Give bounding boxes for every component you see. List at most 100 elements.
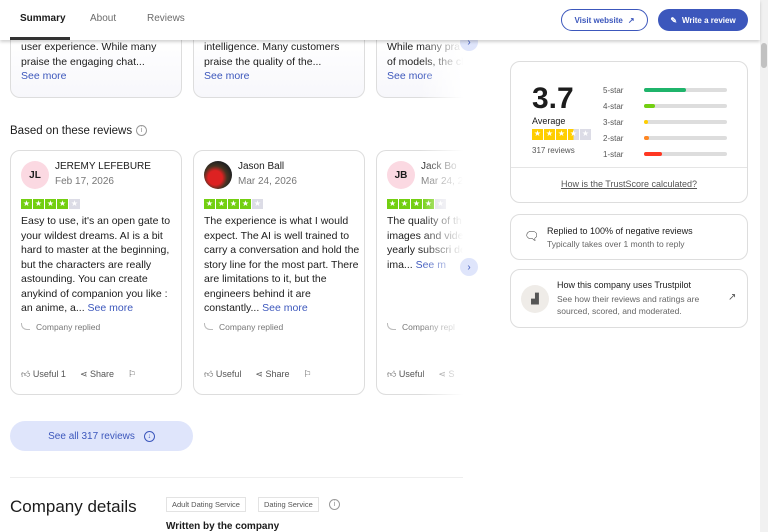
- star-icon: ★: [387, 199, 398, 209]
- reviewer-name[interactable]: Jason Ball: [238, 161, 284, 172]
- see-more-link[interactable]: See more: [21, 69, 171, 84]
- category-chip[interactable]: Adult Dating Service: [166, 497, 246, 512]
- review-count: 317 reviews: [532, 146, 575, 155]
- review-card: Jason Ball Mar 24, 2026 ★ ★ ★ ★ ★ The experi…: [193, 150, 365, 395]
- summary-line: user experience. While many: [21, 41, 157, 53]
- star-icon: ★: [580, 129, 591, 140]
- rating-bar-label: 3-star: [603, 117, 624, 127]
- review-text: Easy to use, it's an open gate to your w…: [21, 214, 181, 316]
- tab-about[interactable]: About: [90, 13, 116, 24]
- rating-bar-track: [644, 88, 727, 92]
- trustpilot-usage-panel[interactable]: ▟ How this company uses Trustpilot See h…: [510, 269, 748, 328]
- rating-bar-row[interactable]: 2-star: [603, 130, 727, 146]
- rating-bar-label: 4-star: [603, 101, 624, 111]
- review-stars: ★★★★★: [21, 199, 80, 209]
- rating-bar-label: 5-star: [603, 85, 624, 95]
- speech-bubble-icon: 🗨: [524, 229, 540, 243]
- rating-bar-fill: [644, 136, 649, 140]
- scrollbar[interactable]: [760, 0, 768, 532]
- share-icon: ⋖: [79, 369, 90, 379]
- summary-line: praise the quality of the...: [204, 55, 322, 68]
- star-icon: ★: [204, 199, 215, 209]
- trustscore-panel: 3.7 Average ★ ★ ★ ★ ★ 317 reviews 5-star 4-st…: [510, 61, 748, 203]
- flag-icon[interactable]: ⚐: [304, 369, 312, 380]
- scrollbar-thumb[interactable]: [761, 43, 767, 68]
- star-icon: ★: [57, 199, 68, 209]
- see-more-link[interactable]: See more: [262, 302, 308, 314]
- reply-subtitle: Typically takes over 1 month to reply: [547, 239, 685, 249]
- carousel-fade: [420, 150, 463, 396]
- share-button[interactable]: ⋖ Share: [80, 369, 114, 380]
- review-date: Feb 17, 2026: [55, 176, 114, 187]
- share-icon: ⋖: [255, 369, 266, 379]
- based-on-reviews-heading: Based on these reviews i: [10, 125, 148, 137]
- star-icon: ★: [568, 129, 579, 140]
- pencil-icon: ✎: [670, 15, 678, 25]
- info-icon[interactable]: i: [329, 499, 340, 510]
- rating-bar-row[interactable]: 1-star: [603, 146, 727, 162]
- divider: [10, 477, 463, 478]
- trustscore-value: 3.7: [532, 82, 574, 115]
- company-replied[interactable]: Company replied: [21, 322, 100, 332]
- review-body: Easy to use, it's an open gate to your w…: [21, 215, 171, 314]
- visit-website-button[interactable]: Visit website ↗: [561, 9, 648, 31]
- rating-bar-row[interactable]: 4-star: [603, 98, 727, 114]
- see-all-label: See all 317 reviews: [48, 430, 135, 442]
- rating-bar-row[interactable]: 3-star: [603, 114, 727, 130]
- tab-summary[interactable]: Summary: [20, 13, 66, 24]
- see-all-reviews-button[interactable]: See all 317 reviews ↓: [10, 421, 193, 451]
- rating-bar-track: [644, 104, 727, 108]
- star-icon: ★: [399, 199, 410, 209]
- review-card: JL JEREMY LEFEBURE Feb 17, 2026 ★ ★ ★ ★ ★ Ea…: [10, 150, 182, 395]
- useful-button[interactable]: 👍︎ Useful: [204, 369, 241, 380]
- thumbs-up-icon: 👍︎: [21, 369, 33, 379]
- rating-bar-track: [644, 136, 727, 140]
- write-review-button[interactable]: ✎ Write a review: [658, 9, 748, 31]
- star-icon: ★: [33, 199, 44, 209]
- summary-card: intelligence. Many customers praise the q…: [193, 40, 365, 98]
- trustscore-stars: ★ ★ ★ ★ ★: [532, 129, 591, 140]
- info-icon[interactable]: i: [136, 125, 148, 137]
- company-replied[interactable]: Company replied: [204, 322, 283, 332]
- chart-icon: ▟: [521, 285, 549, 313]
- star-icon: ★: [556, 129, 567, 140]
- carousel-fade: [420, 40, 463, 100]
- summary-line: praise the engaging chat...: [21, 55, 145, 68]
- thumbs-up-icon: 👍︎: [387, 369, 399, 379]
- reply-title: Replied to 100% of negative reviews: [547, 226, 693, 236]
- category-chip[interactable]: Dating Service: [258, 497, 319, 512]
- trustscore-label: Average: [532, 116, 566, 126]
- share-label: Share: [89, 369, 115, 379]
- review-body: The experience is what I would expect. T…: [204, 215, 360, 314]
- rating-bar-row[interactable]: 5-star: [603, 82, 727, 98]
- review-date: Mar 24, 2026: [238, 176, 297, 187]
- review-text: The experience is what I would expect. T…: [204, 214, 364, 316]
- star-icon: ★: [69, 199, 80, 209]
- flag-icon[interactable]: ⚐: [128, 369, 136, 380]
- top-nav: Summary About Reviews Visit website ↗ ✎ Wr…: [0, 0, 760, 40]
- tab-reviews[interactable]: Reviews: [147, 13, 185, 24]
- share-button[interactable]: ⋖ Share: [255, 369, 289, 380]
- share-label: Share: [265, 369, 290, 379]
- star-icon: ★: [45, 199, 56, 209]
- useful-button[interactable]: 👍︎ Useful: [387, 369, 424, 380]
- see-more-link[interactable]: See more: [204, 69, 354, 84]
- rating-distribution: 5-star 4-star 3-star 2-star 1-star: [603, 82, 727, 162]
- star-icon: ★: [532, 129, 543, 140]
- usage-subtitle: See how their reviews and ratings are so…: [557, 294, 700, 316]
- useful-button[interactable]: 👍︎ Useful 1: [21, 369, 66, 380]
- avatar: JB: [387, 161, 415, 189]
- company-details-heading: Company details: [10, 497, 137, 516]
- reviews-next-arrow[interactable]: ›: [460, 258, 478, 276]
- rating-bar-track: [644, 120, 727, 124]
- trustscore-calc-link[interactable]: How is the TrustScore calculated?: [511, 179, 747, 189]
- useful-label: Useful 1: [32, 369, 66, 379]
- rating-bar-label: 1-star: [603, 149, 624, 159]
- rating-bar-fill: [644, 120, 649, 124]
- star-icon: ★: [252, 199, 263, 209]
- reviewer-name[interactable]: JEREMY LEFEBURE: [55, 161, 151, 172]
- reply-info-panel: 🗨 Replied to 100% of negative reviews Ty…: [510, 214, 748, 260]
- reviews-carousel: JL JEREMY LEFEBURE Feb 17, 2026 ★ ★ ★ ★ ★ Ea…: [0, 150, 463, 396]
- see-more-link[interactable]: See more: [88, 302, 134, 314]
- rating-bar-fill: [644, 152, 663, 156]
